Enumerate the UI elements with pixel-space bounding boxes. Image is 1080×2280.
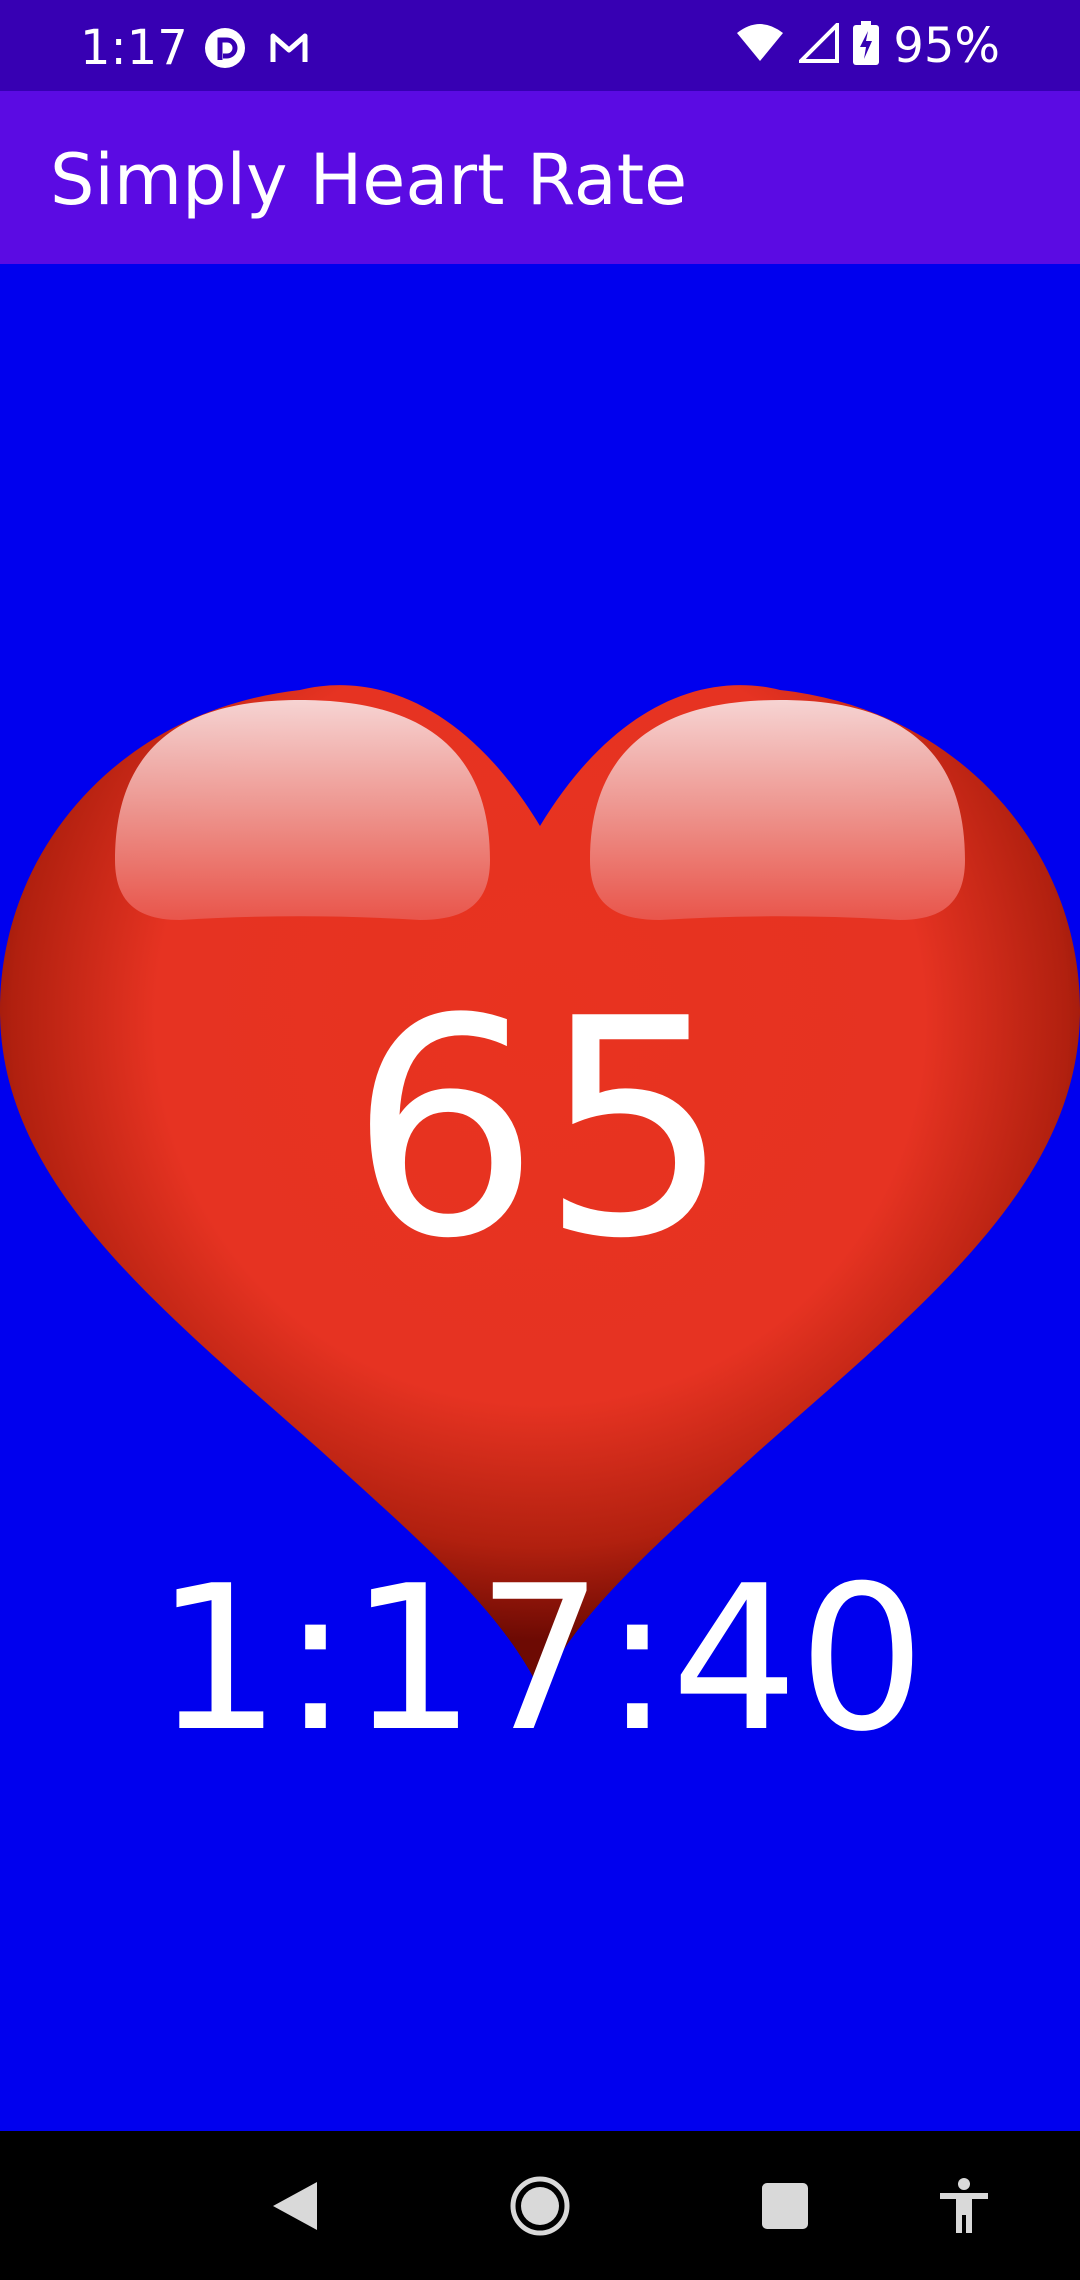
battery-charging-icon: [853, 21, 880, 70]
heart-rate-value: 65: [349, 955, 731, 1304]
wifi-icon: [735, 23, 785, 68]
battery-percentage: 95%: [893, 17, 1000, 74]
app-title: Simply Heart Rate: [50, 139, 688, 221]
accessibility-icon[interactable]: [933, 2175, 995, 2237]
cell-signal-icon: [796, 20, 840, 68]
navigation-bar: [0, 2131, 1080, 2280]
status-bar: 1:17 95%: [0, 0, 1080, 91]
status-time: 1:17: [80, 20, 188, 76]
home-icon[interactable]: [509, 2175, 571, 2237]
status-notification-icons: [203, 26, 311, 75]
pocket-casts-icon: [203, 26, 247, 75]
recents-icon[interactable]: [754, 2175, 816, 2237]
back-icon[interactable]: [264, 2175, 326, 2237]
clock-time: 1:17:40: [154, 1543, 926, 1776]
gmail-icon: [267, 26, 311, 75]
status-system-icons: 95%: [735, 0, 1000, 91]
app-bar: Simply Heart Rate: [0, 91, 1080, 264]
